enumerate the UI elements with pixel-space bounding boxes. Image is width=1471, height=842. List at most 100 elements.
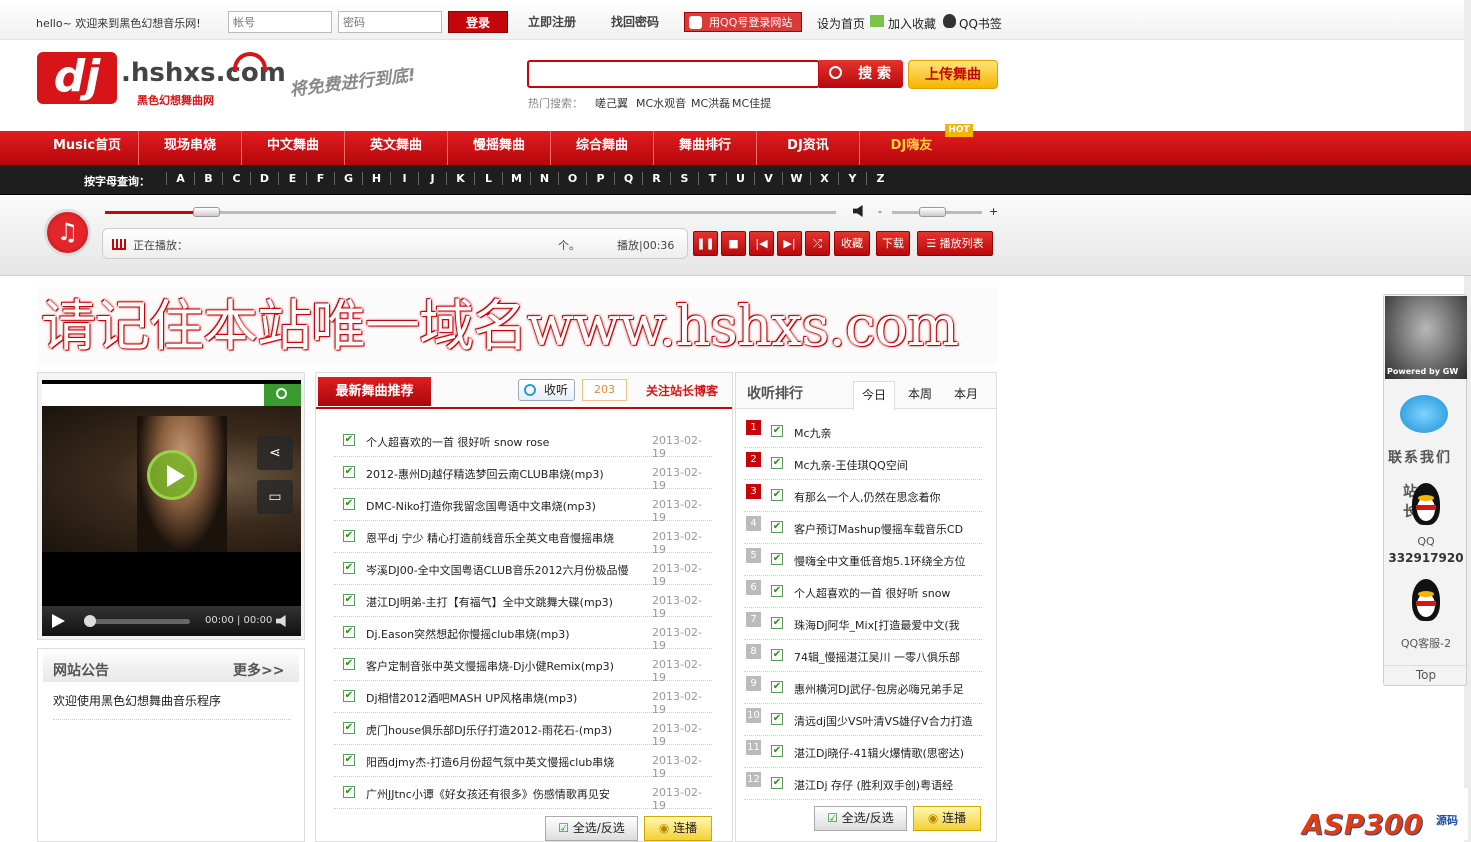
song-checkbox[interactable]: ✔ bbox=[343, 626, 355, 638]
letter-u[interactable]: U bbox=[726, 172, 754, 185]
rank-title[interactable]: Mc九亲 bbox=[794, 425, 982, 441]
video-player[interactable]: ⋖ ▭ 00:00 | 00:00 bbox=[42, 380, 301, 636]
letter-s[interactable]: S bbox=[670, 172, 698, 185]
song-title[interactable]: 广州JJtnc小谭《好女孩还有很多》伤感情歌再见安 bbox=[366, 786, 646, 802]
video-seek-bar[interactable] bbox=[84, 619, 190, 624]
rank-row[interactable]: 2 ✔ Mc九亲-王佳琪QQ空间 bbox=[744, 448, 982, 480]
volume-slider[interactable] bbox=[892, 207, 982, 217]
song-title[interactable]: Dj.Eason突然想起你慢摇club串烧(mp3) bbox=[366, 626, 646, 642]
letter-n[interactable]: N bbox=[530, 172, 558, 185]
hot-keyword[interactable]: MC水观音 bbox=[636, 95, 686, 111]
rank-title[interactable]: 客户预订Mashup慢摇车载音乐CD bbox=[794, 521, 982, 537]
rank-checkbox[interactable]: ✔ bbox=[771, 649, 783, 661]
share-icon[interactable]: ⋖ bbox=[257, 436, 293, 470]
search-button[interactable]: 搜 索 bbox=[819, 60, 903, 88]
rank-row[interactable]: 1 ✔ Mc九亲 bbox=[744, 416, 982, 448]
song-title[interactable]: 湛江DJ明弟-主打【有福气】全中文跳舞大碟(mp3) bbox=[366, 594, 646, 610]
video-search-button[interactable] bbox=[264, 384, 301, 406]
rank-checkbox[interactable]: ✔ bbox=[771, 745, 783, 757]
previous-button[interactable]: |◀ bbox=[749, 231, 774, 256]
songs-select-all-button[interactable]: ☑ 全选/反选 bbox=[545, 816, 638, 841]
rank-select-all-button[interactable]: ☑ 全选/反选 bbox=[814, 806, 907, 831]
song-row[interactable]: ✔ 客户定制音张中英文慢摇串烧-Dj小健Remix(mp3) 2013-02-19 bbox=[334, 649, 712, 684]
rank-checkbox[interactable]: ✔ bbox=[771, 713, 783, 725]
rank-row[interactable]: 12 ✔ 湛江Dj 存仔 (胜利双手创)粤语经 bbox=[744, 768, 982, 800]
songs-play-button[interactable]: ◉ 连播 bbox=[644, 816, 712, 841]
back-to-top-link[interactable]: Top bbox=[1384, 665, 1468, 682]
playlist-button[interactable]: ☰ 播放列表 bbox=[917, 231, 993, 256]
nav-english[interactable]: 英文舞曲 bbox=[345, 131, 448, 165]
nav-chinese[interactable]: 中文舞曲 bbox=[242, 131, 345, 165]
comment-icon[interactable]: ▭ bbox=[257, 480, 293, 514]
set-home-link[interactable]: 设为首页 bbox=[817, 15, 865, 32]
letter-k[interactable]: K bbox=[446, 172, 474, 185]
find-password-link[interactable]: 找回密码 bbox=[611, 13, 659, 30]
video-play-icon[interactable] bbox=[52, 614, 65, 628]
shuffle-button[interactable]: ⤮ bbox=[805, 231, 830, 256]
rank-title[interactable]: 有那么一个人,仍然在思念着你 bbox=[794, 489, 982, 505]
site-logo[interactable]: dj .hshxs.com 黑色幻想舞曲网 将免费进行到底! bbox=[37, 52, 443, 110]
song-checkbox[interactable]: ✔ bbox=[343, 498, 355, 510]
song-row[interactable]: ✔ 虎门house俱乐部DJ乐仔打造2012-雨花石-(mp3) 2013-02-1… bbox=[334, 713, 712, 748]
letter-j[interactable]: J bbox=[418, 172, 446, 185]
stop-button[interactable]: ■ bbox=[721, 231, 746, 256]
qq-login-button[interactable]: 用QQ号登录网站 bbox=[684, 12, 802, 32]
letter-p[interactable]: P bbox=[586, 172, 614, 185]
rank-play-button[interactable]: ◉ 连播 bbox=[913, 806, 981, 831]
listen-button[interactable]: 收听 bbox=[518, 379, 575, 401]
song-title[interactable]: 个人超喜欢的一首 很好听 snow rose bbox=[366, 434, 646, 450]
rank-title[interactable]: 湛江Dj 存仔 (胜利双手创)粤语经 bbox=[794, 777, 982, 793]
song-checkbox[interactable]: ✔ bbox=[343, 754, 355, 766]
tab-today[interactable]: 今日 bbox=[853, 381, 895, 410]
song-title[interactable]: 恩平dj 宁少 精心打造前线音乐全英文电音慢摇串烧 bbox=[366, 530, 646, 546]
volume-handle[interactable] bbox=[918, 207, 946, 217]
rank-row[interactable]: 9 ✔ 惠州横河DJ武仔-包房必嗨兄弟手足 bbox=[744, 672, 982, 704]
video-seek-handle[interactable] bbox=[84, 615, 96, 627]
rank-title[interactable]: 湛江Dj晓仔-41辑火爆情歌(思密达) bbox=[794, 745, 982, 761]
letter-o[interactable]: O bbox=[558, 172, 586, 185]
song-title[interactable]: 岑溪DJ00-全中文国粤语CLUB音乐2012六月份极品慢 bbox=[366, 562, 646, 578]
letter-c[interactable]: C bbox=[222, 172, 250, 185]
rank-row[interactable]: 5 ✔ 慢嗨全中文重低音炮5.1环绕全方位 bbox=[744, 544, 982, 576]
song-row[interactable]: ✔ 广州JJtnc小谭《好女孩还有很多》伤感情歌再见安 2013-02-19 bbox=[334, 777, 712, 812]
song-row[interactable]: ✔ 阳西djmy杰-打造6月份超气氛中英文慢摇club串烧 2013-02-19 bbox=[334, 745, 712, 780]
letter-e[interactable]: E bbox=[278, 172, 306, 185]
rank-row[interactable]: 6 ✔ 个人超喜欢的一首 很好听 snow bbox=[744, 576, 982, 608]
rank-checkbox[interactable]: ✔ bbox=[771, 457, 783, 469]
song-checkbox[interactable]: ✔ bbox=[343, 658, 355, 670]
rank-checkbox[interactable]: ✔ bbox=[771, 617, 783, 629]
rank-row[interactable]: 4 ✔ 客户预订Mashup慢摇车载音乐CD bbox=[744, 512, 982, 544]
song-checkbox[interactable]: ✔ bbox=[343, 690, 355, 702]
search-input[interactable] bbox=[527, 60, 820, 88]
song-checkbox[interactable]: ✔ bbox=[343, 530, 355, 542]
notice-more-link[interactable]: 更多>> bbox=[233, 660, 284, 680]
letter-b[interactable]: B bbox=[194, 172, 222, 185]
nav-mixed[interactable]: 综合舞曲 bbox=[551, 131, 654, 165]
letter-d[interactable]: D bbox=[250, 172, 278, 185]
letter-h[interactable]: H bbox=[362, 172, 390, 185]
letter-i[interactable]: I bbox=[390, 172, 418, 185]
progress-bar[interactable] bbox=[105, 207, 836, 217]
song-title[interactable]: 虎门house俱乐部DJ乐仔打造2012-雨花石-(mp3) bbox=[366, 722, 646, 738]
rank-checkbox[interactable]: ✔ bbox=[771, 521, 783, 533]
rank-row[interactable]: 7 ✔ 珠海Dj阿华_Mix[打造最爱中文(我 bbox=[744, 608, 982, 640]
song-checkbox[interactable]: ✔ bbox=[343, 594, 355, 606]
rank-title[interactable]: 清远dj国少VS叶清VS雄仔V合力打造 bbox=[794, 713, 982, 729]
username-input[interactable] bbox=[228, 11, 332, 33]
rank-title[interactable]: 惠州横河DJ武仔-包房必嗨兄弟手足 bbox=[794, 681, 982, 697]
song-row[interactable]: ✔ Dj.Eason突然想起你慢摇club串烧(mp3) 2013-02-19 bbox=[334, 617, 712, 652]
letter-q[interactable]: Q bbox=[614, 172, 642, 185]
add-favorite-link[interactable]: 加入收藏 bbox=[888, 15, 936, 32]
song-row[interactable]: ✔ Dj相惜2012酒吧MASH UP风格串烧(mp3) 2013-02-19 bbox=[334, 681, 712, 716]
qq-number[interactable]: 332917920 bbox=[1384, 551, 1468, 565]
favorite-button[interactable]: 收藏 bbox=[834, 231, 870, 256]
follow-blog-link[interactable]: 关注站长博客 bbox=[646, 382, 718, 399]
qq-bookmark-link[interactable]: QQ书签 bbox=[959, 15, 1002, 32]
rank-row[interactable]: 11 ✔ 湛江Dj晓仔-41辑火爆情歌(思密达) bbox=[744, 736, 982, 768]
song-checkbox[interactable]: ✔ bbox=[343, 562, 355, 574]
rank-row[interactable]: 10 ✔ 清远dj国少VS叶清VS雄仔V合力打造 bbox=[744, 704, 982, 736]
rank-checkbox[interactable]: ✔ bbox=[771, 553, 783, 565]
song-row[interactable]: ✔ DMC-Niko打造你我留念国粤语中文串烧(mp3) 2013-02-19 bbox=[334, 489, 712, 524]
hot-keyword[interactable]: MC佳提 bbox=[732, 95, 771, 111]
rank-title[interactable]: 珠海Dj阿华_Mix[打造最爱中文(我 bbox=[794, 617, 982, 633]
